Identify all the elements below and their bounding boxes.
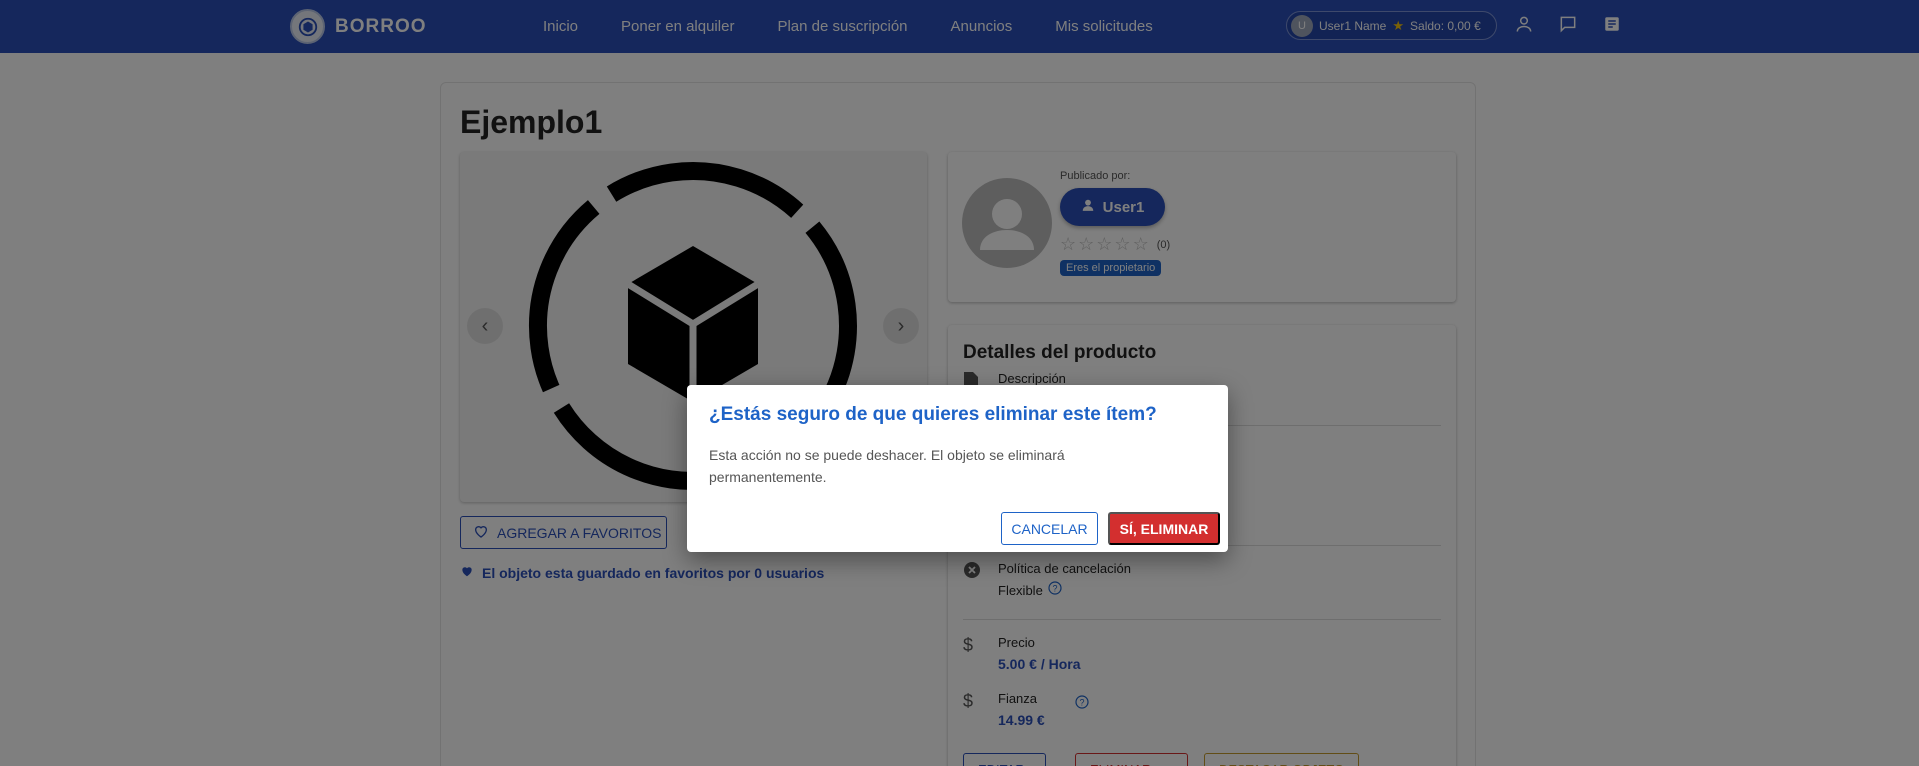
modal-backdrop[interactable] — [0, 0, 1919, 766]
dialog-title: ¿Estás seguro de que quieres eliminar es… — [709, 404, 1157, 425]
delete-confirm-dialog: ¿Estás seguro de que quieres eliminar es… — [687, 385, 1228, 552]
cancel-button[interactable]: CANCELAR — [1001, 512, 1098, 545]
dialog-message: Esta acción no se puede deshacer. El obj… — [709, 447, 1065, 485]
confirm-delete-button[interactable]: SÍ, ELIMINAR — [1108, 512, 1220, 545]
